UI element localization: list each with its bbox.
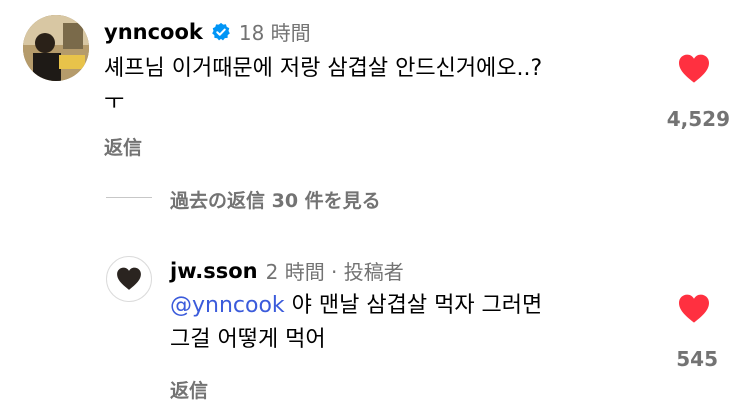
- like-button[interactable]: [677, 54, 711, 88]
- comment-text-line1: 셰프님 이거때문에 저랑 삼겹살 안드신거에오..?: [104, 56, 543, 81]
- reply-text-line2: 그걸 어떻게 먹어: [170, 327, 326, 352]
- reply-reply-button[interactable]: 返信: [170, 376, 208, 403]
- reply-like-button[interactable]: [677, 294, 711, 328]
- mention-link[interactable]: @ynncook: [170, 293, 285, 318]
- comment-text: 셰프님 이거때문에 저랑 삼겹살 안드신거에오..? ㅜ: [104, 52, 644, 120]
- reply-time: 2 時間 · 投稿者: [265, 260, 404, 284]
- reply-username[interactable]: jw.sson: [170, 259, 258, 283]
- commenter-username[interactable]: ynncook: [104, 20, 203, 44]
- heart-icon: [679, 54, 709, 83]
- reply-like-count: 545: [676, 347, 718, 371]
- replies-divider: [106, 197, 152, 198]
- commenter-avatar[interactable]: [23, 15, 89, 81]
- avatar-photo: [23, 15, 89, 81]
- reply-text-line1-rest: 야 맨날 삼겹살 먹자 그러면: [284, 293, 543, 318]
- reply-header: jw.sson 2 時間 · 投稿者: [170, 256, 404, 285]
- reply-text: @ynncook 야 맨날 삼겹살 먹자 그러면 그걸 어떻게 먹어: [170, 289, 650, 357]
- comment-text-line2: ㅜ: [104, 90, 125, 115]
- comment-time: 18 時間: [238, 21, 311, 45]
- heart-avatar-icon: [117, 267, 141, 290]
- like-count: 4,529: [666, 107, 730, 131]
- view-replies-button[interactable]: 過去の返信 30 件を見る: [170, 186, 381, 213]
- verified-badge-icon: [212, 22, 230, 40]
- reply-button[interactable]: 返信: [104, 133, 142, 160]
- heart-icon: [679, 294, 709, 323]
- reply-avatar[interactable]: [106, 256, 152, 302]
- reply-text-line1: @ynncook 야 맨날 삼겹살 먹자 그러면: [170, 289, 650, 323]
- comment-header: ynncook 18 時間: [104, 17, 311, 46]
